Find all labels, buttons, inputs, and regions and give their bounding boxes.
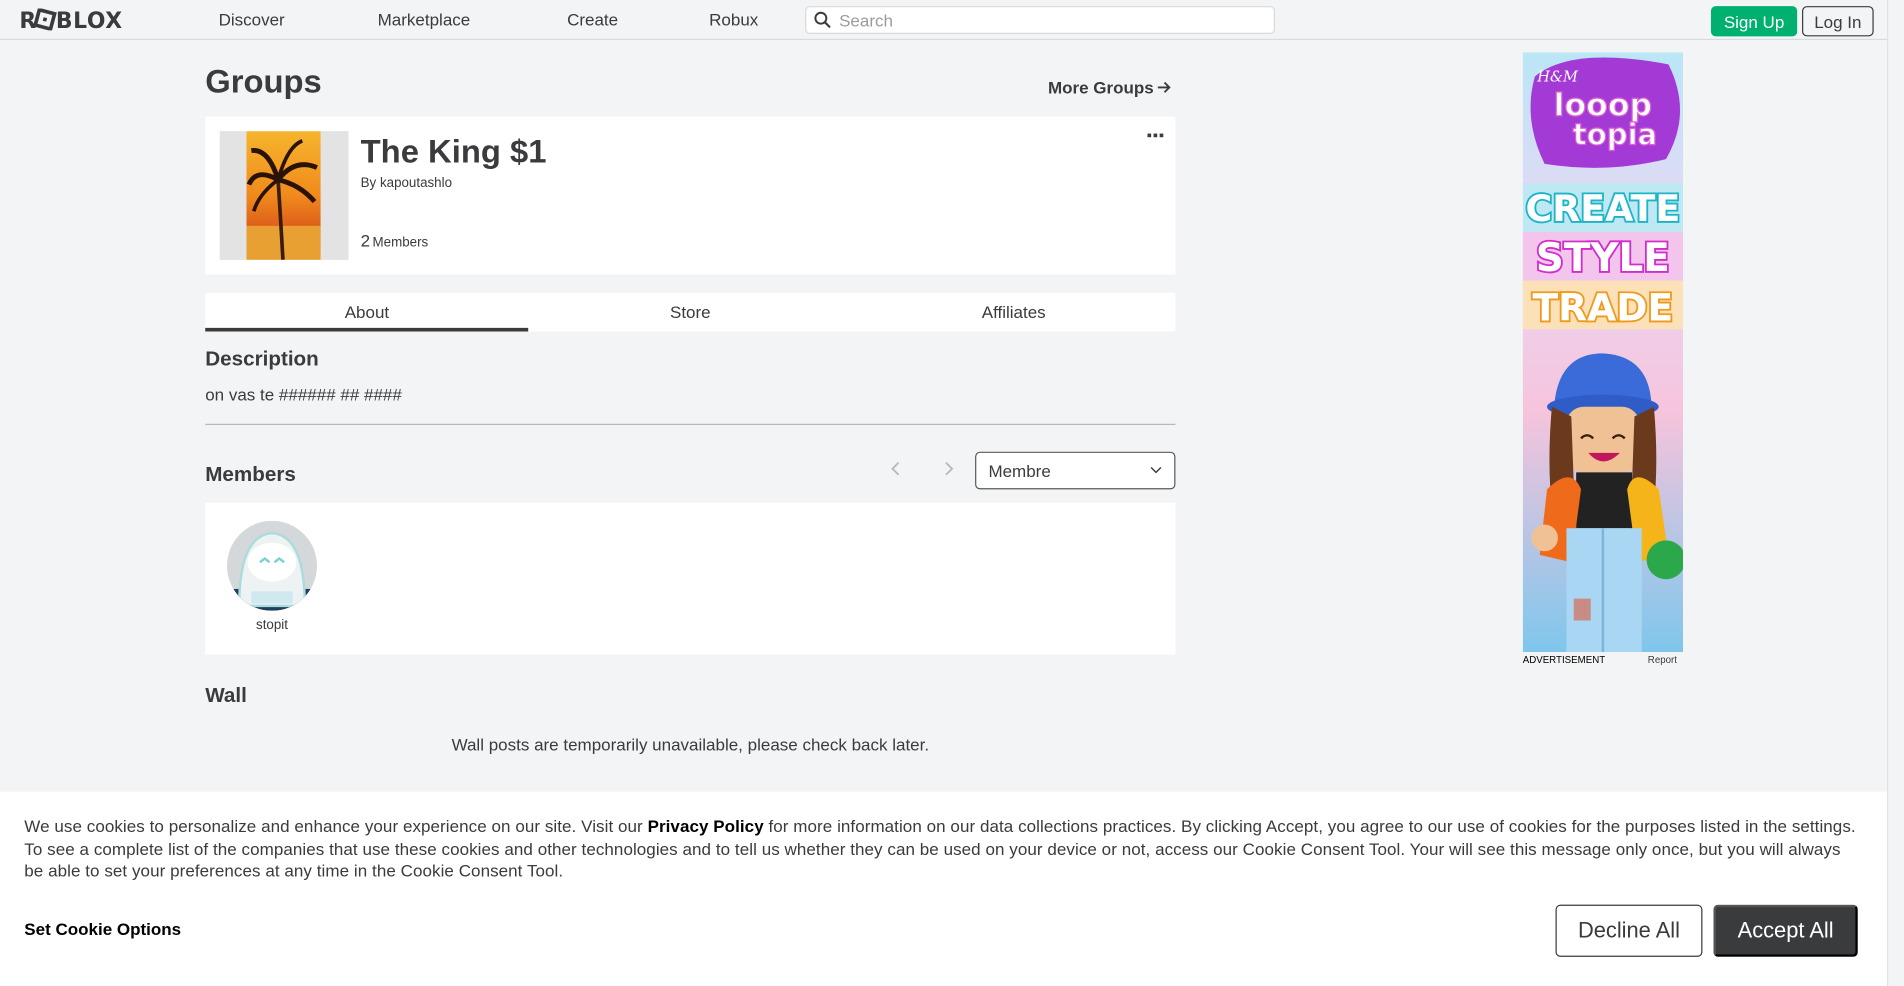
chevron-down-icon <box>1150 466 1162 474</box>
more-groups-label: More Groups <box>1047 77 1154 98</box>
member-card[interactable]: stopit <box>226 520 318 633</box>
member-count: 2 Members <box>361 231 429 250</box>
cookie-message: We use cookies to personalize and enhanc… <box>24 815 1858 882</box>
decline-all-button[interactable]: Decline All <box>1555 904 1703 957</box>
search-icon[interactable] <box>814 11 831 28</box>
role-dropdown-value: Membre <box>988 460 1051 481</box>
nav-marketplace[interactable]: Marketplace <box>378 10 471 29</box>
sign-up-button[interactable]: Sign Up <box>1710 6 1798 37</box>
advertisement-banner[interactable]: H&M looop topia CREATE STYLE TRADE <box>1522 52 1684 653</box>
search-input[interactable] <box>839 7 1265 33</box>
group-name: The King $1 <box>360 133 547 171</box>
group-owner: By kapoutashlo <box>361 176 452 191</box>
section-divider <box>205 423 1176 426</box>
members-list: stopit <box>205 502 1176 655</box>
tab-store[interactable]: Store <box>529 293 852 332</box>
roblox-logo[interactable]: R BLOX <box>19 8 138 31</box>
group-emblem <box>219 131 349 260</box>
description-title: Description <box>205 347 319 371</box>
more-groups-link[interactable]: More Groups <box>1048 78 1171 97</box>
page-root: R BLOX Discover Marketplace Create Robux… <box>0 0 1904 986</box>
member-count-value: 2 <box>360 230 371 251</box>
chevron-left-icon[interactable] <box>888 459 905 478</box>
advertisement-label: ADVERTISEMENT <box>1522 654 1606 666</box>
nav-create[interactable]: Create <box>567 10 618 29</box>
member-name[interactable]: stopit <box>226 618 318 633</box>
chevron-right-icon[interactable] <box>940 459 957 478</box>
avatar-image <box>227 520 317 611</box>
set-cookie-options-link[interactable]: Set Cookie Options <box>24 919 181 938</box>
group-header-card: The King $1 By kapoutashlo 2 Members <box>205 116 1176 275</box>
ad-line-trade: TRADE <box>1533 286 1674 330</box>
avatar[interactable] <box>227 520 317 611</box>
more-options-icon[interactable] <box>1147 133 1164 138</box>
log-in-button[interactable]: Log In <box>1802 6 1874 37</box>
members-title: Members <box>205 462 296 486</box>
owner-prefix: By <box>360 176 377 191</box>
ad-headline-2: topia <box>1573 118 1657 152</box>
wall-title: Wall <box>205 683 247 707</box>
wall-unavailable-message: Wall posts are temporarily unavailable, … <box>451 734 930 755</box>
ad-image: H&M looop topia CREATE STYLE TRADE <box>1522 52 1684 653</box>
cookie-text-before: We use cookies to personalize and enhanc… <box>24 816 648 836</box>
privacy-policy-link[interactable]: Privacy Policy <box>648 816 764 835</box>
ad-line-create: CREATE <box>1526 187 1681 230</box>
description-text: on vas te ###### ## #### <box>205 384 402 405</box>
ad-line-style: STYLE <box>1536 236 1670 281</box>
page-scrollbar[interactable] <box>1887 0 1904 986</box>
owner-link[interactable]: kapoutashlo <box>380 176 452 191</box>
page-title: Groups <box>205 63 322 100</box>
roblox-logo-icon: R BLOX <box>19 8 123 31</box>
member-count-label: Members <box>372 235 429 251</box>
tab-affiliates[interactable]: Affiliates <box>852 293 1175 332</box>
ad-brand: H&M <box>1536 68 1579 85</box>
palm-sunset-image <box>219 131 349 260</box>
report-ad-link[interactable]: Report <box>1648 655 1677 666</box>
nav-robux[interactable]: Robux <box>709 10 758 29</box>
tab-about[interactable]: About <box>205 293 530 332</box>
svg-text:BLOX: BLOX <box>56 9 123 30</box>
top-navigation-bar: R BLOX Discover Marketplace Create Robux… <box>0 0 1888 41</box>
group-tabs: About Store Affiliates <box>205 292 1176 332</box>
cookie-consent-banner: We use cookies to personalize and enhanc… <box>0 791 1888 986</box>
role-dropdown[interactable]: Membre <box>975 451 1176 490</box>
search-box <box>805 6 1276 35</box>
arrow-right-icon <box>1157 81 1171 93</box>
svg-text:R: R <box>19 9 36 30</box>
accept-all-button[interactable]: Accept All <box>1713 904 1858 957</box>
nav-discover[interactable]: Discover <box>219 10 285 29</box>
